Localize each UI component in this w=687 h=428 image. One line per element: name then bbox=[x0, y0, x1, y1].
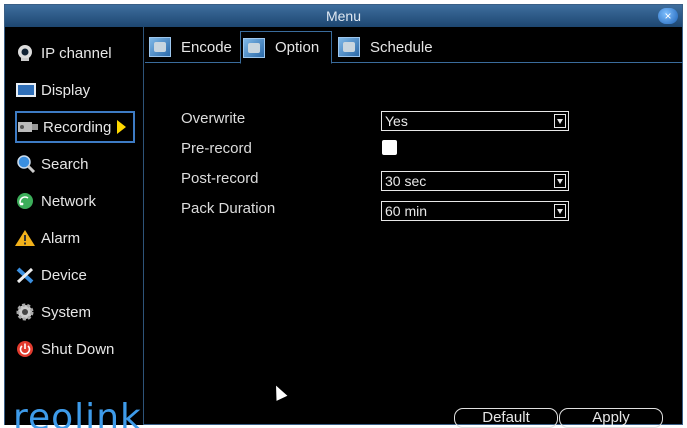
overwrite-select[interactable]: Yes bbox=[381, 111, 569, 131]
sidebar-item-label: Alarm bbox=[41, 229, 81, 247]
tab-schedule[interactable]: Schedule bbox=[338, 31, 448, 63]
network-icon bbox=[17, 193, 33, 209]
prerecord-label: Pre-record bbox=[181, 140, 252, 157]
title-bar: Menu × bbox=[5, 5, 682, 27]
active-arrow-icon bbox=[117, 120, 127, 134]
ip-camera-icon bbox=[18, 45, 32, 61]
sidebar-item-label: Display bbox=[41, 81, 91, 99]
reolink-logo: reolink bbox=[13, 397, 142, 428]
prerecord-checkbox[interactable] bbox=[382, 140, 397, 155]
power-icon bbox=[17, 341, 33, 357]
sidebar-item-label: Shut Down bbox=[41, 340, 115, 358]
default-button[interactable]: Default bbox=[454, 408, 558, 428]
overwrite-value: Yes bbox=[385, 113, 408, 129]
postrecord-label: Post-record bbox=[181, 170, 259, 187]
sidebar-item-label: Recording bbox=[43, 118, 112, 136]
search-icon bbox=[17, 155, 36, 173]
system-icon bbox=[16, 303, 34, 321]
tab-label: Encode bbox=[181, 38, 232, 56]
pack-duration-label: Pack Duration bbox=[181, 200, 276, 217]
sidebar-item-ip-channel[interactable]: IP channel bbox=[15, 37, 135, 69]
sidebar-item-recording[interactable]: Recording bbox=[15, 111, 135, 143]
tab-encode[interactable]: Encode bbox=[149, 31, 235, 63]
sidebar-item-alarm[interactable]: Alarm bbox=[15, 222, 135, 254]
postrecord-select[interactable]: 30 sec bbox=[381, 171, 569, 191]
tab-option[interactable]: Option bbox=[240, 31, 332, 64]
sidebar-item-device[interactable]: Device bbox=[15, 259, 135, 291]
sidebar-item-label: Search bbox=[41, 155, 89, 173]
sidebar-item-network[interactable]: Network bbox=[15, 185, 135, 217]
menu-window: Menu × IP channel Display Recording Sear… bbox=[4, 4, 683, 428]
sidebar-item-shut-down[interactable]: Shut Down bbox=[15, 333, 135, 365]
display-icon bbox=[16, 83, 36, 97]
recording-icon bbox=[18, 122, 38, 132]
close-button[interactable]: × bbox=[658, 8, 678, 24]
sidebar: IP channel Display Recording Search Netw… bbox=[5, 27, 144, 428]
window-title: Menu bbox=[325, 8, 362, 24]
sidebar-item-label: IP channel bbox=[41, 44, 112, 62]
schedule-tab-icon bbox=[338, 37, 360, 57]
chevron-down-icon bbox=[554, 174, 566, 188]
sidebar-item-display[interactable]: Display bbox=[15, 74, 135, 106]
chevron-down-icon bbox=[554, 204, 566, 218]
apply-button[interactable]: Apply bbox=[559, 408, 663, 428]
overwrite-label: Overwrite bbox=[181, 110, 246, 127]
tab-bar: Encode Option Schedule bbox=[145, 27, 683, 64]
main-panel: Encode Option Schedule Overwrite Yes Pre… bbox=[145, 27, 683, 428]
sidebar-item-label: System bbox=[41, 303, 92, 321]
sidebar-item-search[interactable]: Search bbox=[15, 148, 135, 180]
postrecord-value: 30 sec bbox=[385, 173, 427, 189]
option-tab-icon bbox=[243, 37, 265, 58]
tab-label: Schedule bbox=[370, 38, 433, 56]
pack-duration-select[interactable]: 60 min bbox=[381, 201, 569, 221]
encode-tab-icon bbox=[149, 37, 171, 57]
chevron-down-icon bbox=[554, 114, 566, 128]
pack-duration-value: 60 min bbox=[385, 203, 428, 219]
sidebar-item-system[interactable]: System bbox=[15, 296, 135, 328]
sidebar-item-label: Network bbox=[41, 192, 97, 210]
alarm-icon bbox=[15, 230, 35, 246]
tab-label: Option bbox=[275, 39, 320, 56]
sidebar-item-label: Device bbox=[41, 266, 87, 284]
device-icon bbox=[16, 267, 34, 284]
